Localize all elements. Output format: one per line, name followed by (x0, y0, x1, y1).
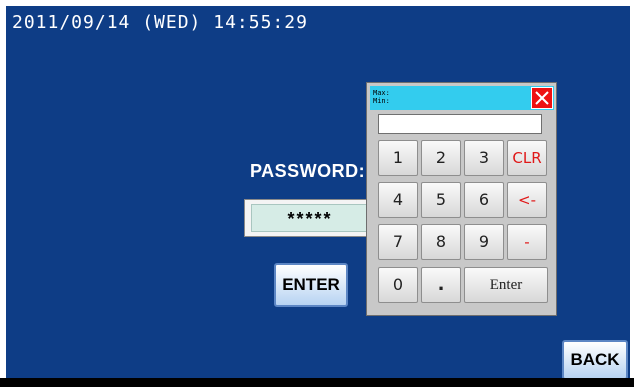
key-3[interactable]: 3 (464, 140, 504, 176)
keypad-min-label: Min: (373, 97, 390, 105)
close-icon (535, 91, 549, 105)
key-0[interactable]: 0 (378, 267, 418, 303)
back-button[interactable]: BACK (562, 340, 628, 378)
key-backspace[interactable]: <- (507, 182, 547, 218)
key-enter[interactable]: Enter (464, 267, 548, 303)
keypad-title-bar: Max: Min: (370, 86, 554, 110)
key-minus[interactable]: - (507, 224, 547, 260)
key-4[interactable]: 4 (378, 182, 418, 218)
enter-button[interactable]: ENTER (274, 263, 348, 307)
key-2[interactable]: 2 (421, 140, 461, 176)
password-label: PASSWORD: (250, 161, 366, 181)
key-7[interactable]: 7 (378, 224, 418, 260)
bottom-bezel (0, 378, 634, 387)
close-button[interactable] (531, 87, 553, 109)
key-dot[interactable]: . (421, 267, 461, 303)
keypad-max-label: Max: (373, 89, 390, 97)
datetime-display: 2011/09/14 (WED) 14:55:29 (12, 12, 308, 33)
password-value: ***** (251, 204, 369, 232)
key-5[interactable]: 5 (421, 182, 461, 218)
key-1[interactable]: 1 (378, 140, 418, 176)
key-8[interactable]: 8 (421, 224, 461, 260)
key-clear[interactable]: CLR (507, 140, 547, 176)
hmi-screen: 2011/09/14 (WED) 14:55:29 PASSWORD: ****… (6, 6, 630, 378)
key-6[interactable]: 6 (464, 182, 504, 218)
keypad-display[interactable] (378, 114, 542, 134)
password-field[interactable]: ***** (244, 199, 376, 237)
key-9[interactable]: 9 (464, 224, 504, 260)
numeric-keypad: Max: Min: 1 2 3 CLR 4 5 6 <- 7 8 9 - 0 .… (366, 82, 557, 316)
